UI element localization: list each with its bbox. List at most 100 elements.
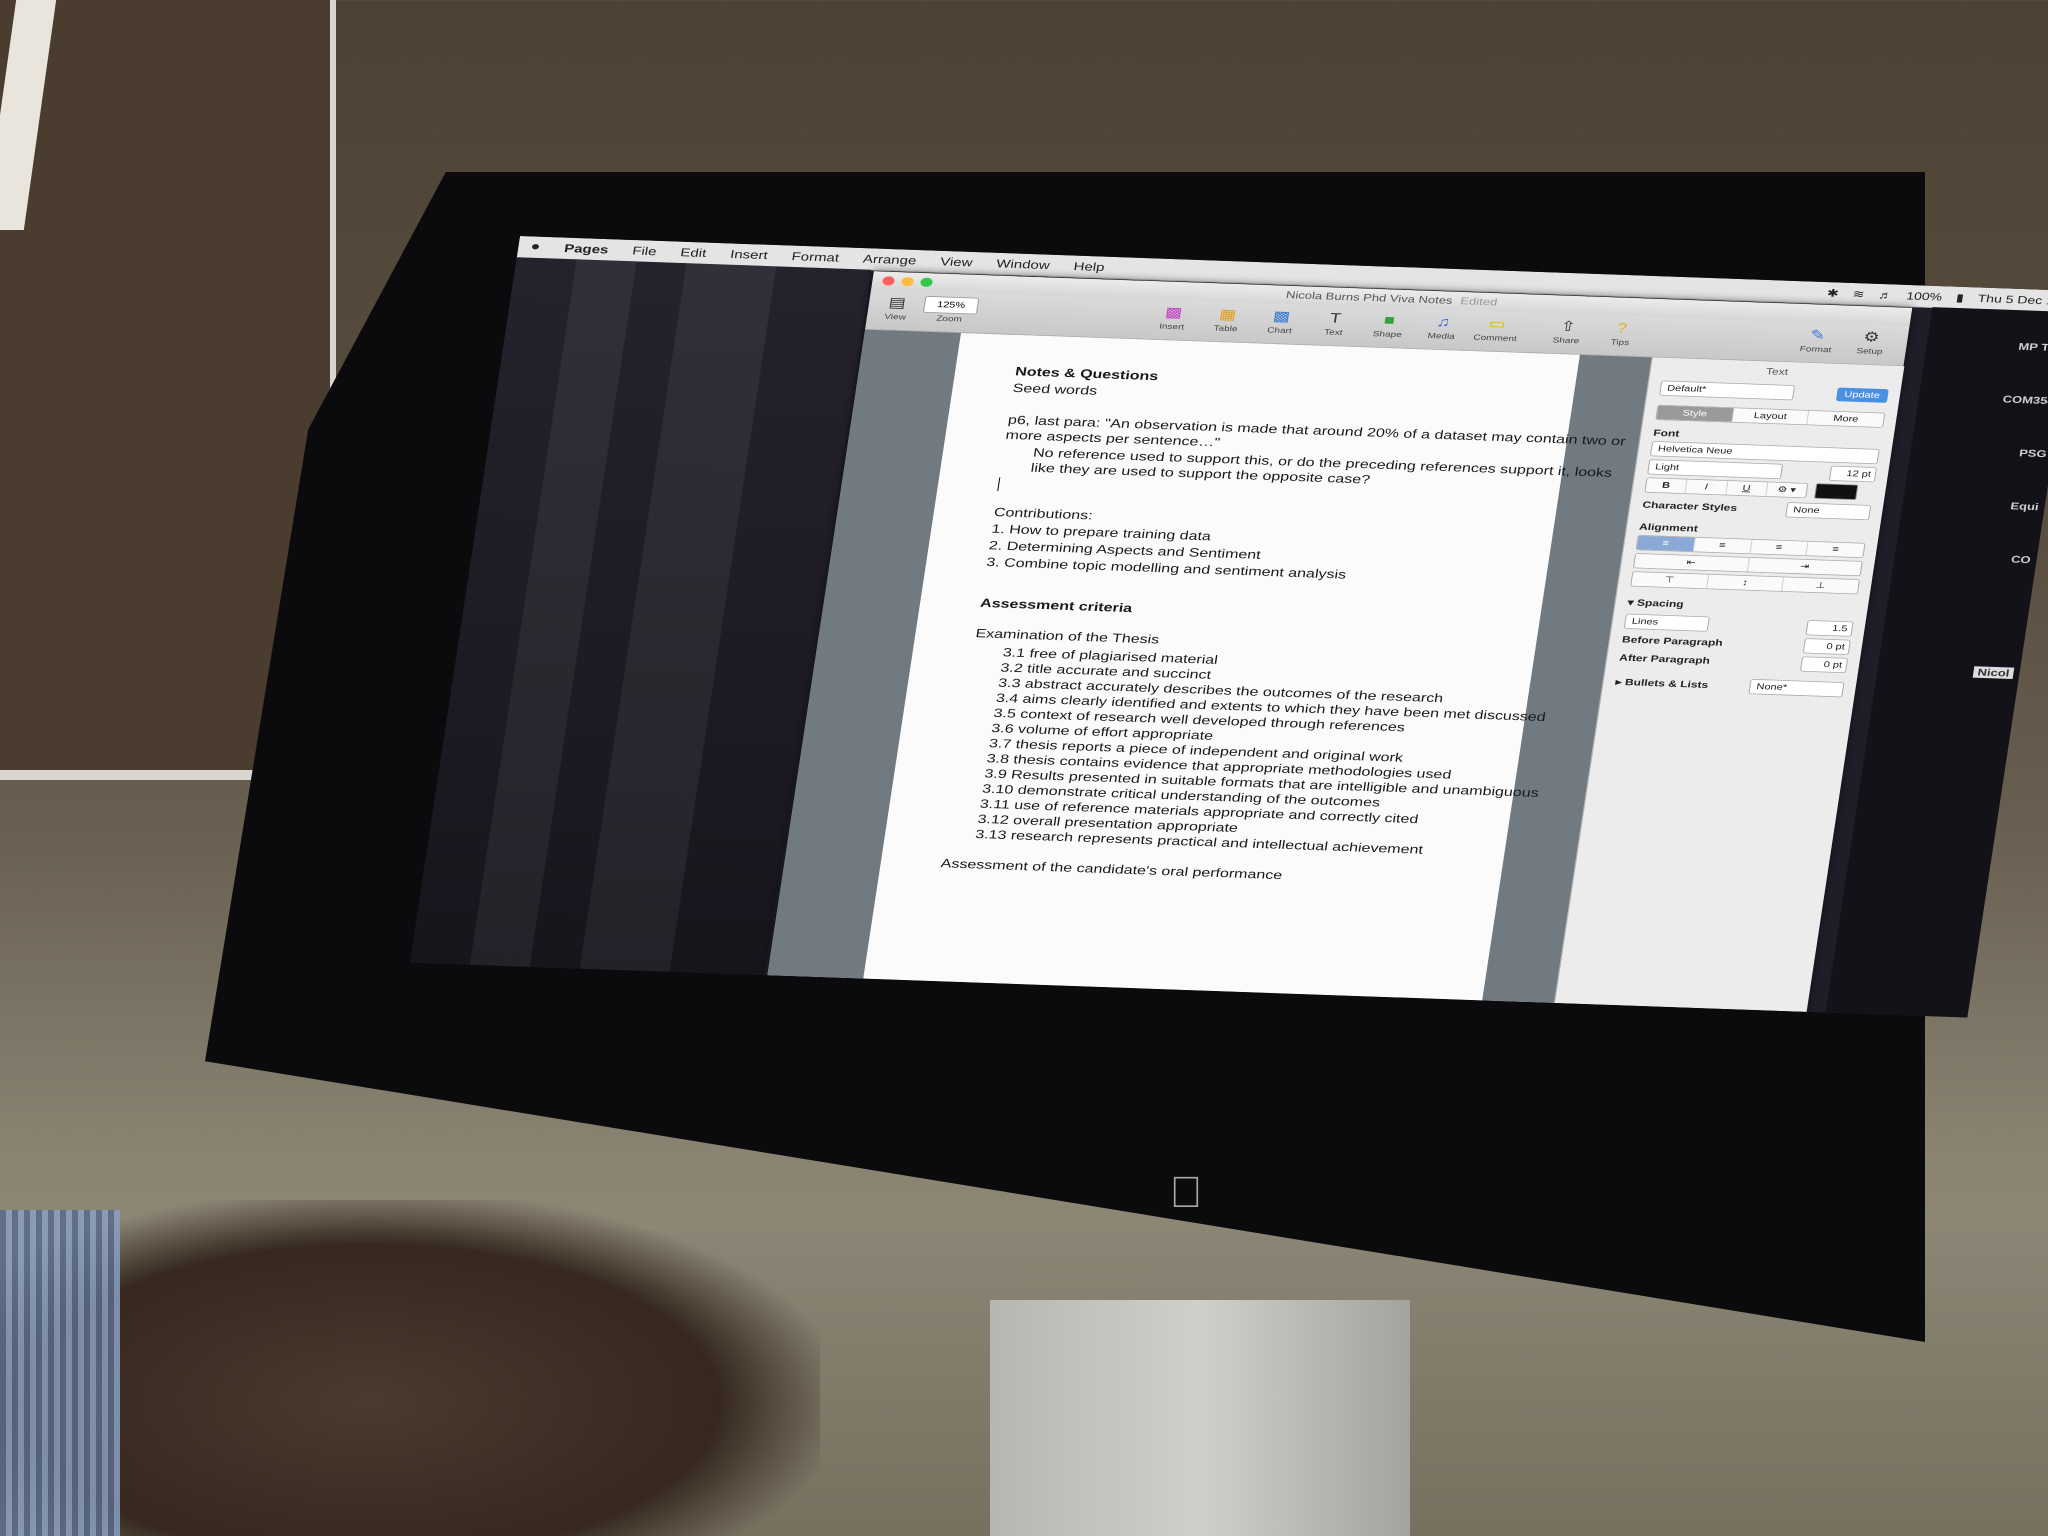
toolbar-inspector: ✎ Format ⚙ Setup <box>1795 325 1893 356</box>
tips-button[interactable]: ? Tips <box>1599 318 1643 347</box>
menu-window[interactable]: Window <box>984 257 1063 273</box>
menu-help[interactable]: Help <box>1061 259 1118 274</box>
menu-insert[interactable]: Insert <box>717 247 780 262</box>
contributions-heading: Contributions: <box>993 506 1094 523</box>
screen: ● Pages File Edit Insert Format Arrange … <box>409 236 2048 1018</box>
assessment-heading: Assessment criteria <box>979 596 1134 616</box>
before-paragraph-field[interactable]: 0 pt <box>1802 638 1851 655</box>
spacing-label: Spacing <box>1636 597 1685 610</box>
insert-button[interactable]: ▩ Insert <box>1151 303 1195 332</box>
clock[interactable]: Thu 5 Dec 14 <box>1977 292 2048 307</box>
battery-icon: ▮ <box>1955 290 1965 304</box>
spacing-mode-popup[interactable]: Lines <box>1623 613 1710 632</box>
desktop-item-label[interactable]: Equi <box>2010 500 2040 512</box>
battery-percent[interactable]: 100% <box>1906 289 1944 302</box>
wifi-icon[interactable]: ≋ <box>1852 287 1866 300</box>
table-icon: ▦ <box>1218 305 1238 322</box>
media-icon: ♫ <box>1435 313 1452 330</box>
bullets-label: Bullets & Lists <box>1624 676 1710 691</box>
chart-button[interactable]: ▩ Chart <box>1259 306 1303 336</box>
apple-menu-icon[interactable]: ● <box>517 240 553 255</box>
status-area: ✱ ≋ ♬ 100% ▮ Thu 5 Dec 14 <box>1826 286 2048 308</box>
list-item: 3. Combine topic modelling and sentiment… <box>985 556 1347 582</box>
shape-icon: ■ <box>1382 311 1397 328</box>
after-paragraph-field[interactable]: 0 pt <box>1799 656 1849 674</box>
monitor-stand <box>990 1300 1410 1536</box>
text-style-buttons: B I U ⚙ ▾ <box>1644 477 1809 499</box>
align-center-icon[interactable]: ≡ <box>1693 537 1753 554</box>
tab-style[interactable]: Style <box>1656 405 1735 422</box>
share-button[interactable]: ⇧ Share <box>1545 316 1589 346</box>
tab-more[interactable]: More <box>1807 410 1885 428</box>
text-button[interactable]: T Text <box>1313 308 1357 337</box>
table-button[interactable]: ▦ Table <box>1205 304 1249 334</box>
before-paragraph-label: Before Paragraph <box>1621 634 1724 649</box>
align-justify-icon[interactable]: ≡ <box>1806 541 1865 558</box>
volume-icon[interactable]: ♬ <box>1878 288 1894 301</box>
paragraph-style-popup[interactable]: Default* <box>1659 380 1796 401</box>
comment-button[interactable]: ▭ Comment <box>1473 314 1518 343</box>
document-state: Edited <box>1459 295 1499 308</box>
update-button[interactable]: Update <box>1835 387 1889 403</box>
menu-view[interactable]: View <box>927 255 985 270</box>
gear-icon: ⚙ <box>1862 328 1881 345</box>
zoom-value[interactable]: 125% <box>922 295 980 315</box>
desktop-item-label[interactable]: Nicol <box>1972 666 2015 679</box>
spacing-section[interactable]: ▾ Spacing <box>1627 597 1856 616</box>
font-weight-popup[interactable]: Light <box>1647 459 1784 480</box>
desktop-item-label[interactable]: PSG <box>2018 447 2047 459</box>
desktop-item-label[interactable]: MP Tea <box>2018 341 2048 354</box>
align-bottom-icon[interactable]: ⊥ <box>1782 577 1859 594</box>
shirt-sleeve <box>0 1210 120 1536</box>
close-icon[interactable] <box>881 276 896 286</box>
align-top-icon[interactable]: ⊤ <box>1631 572 1709 589</box>
sidebar-icon: ▤ <box>887 294 908 311</box>
bold-button[interactable]: B <box>1645 478 1688 494</box>
heading-notes: Notes & Questions <box>1014 365 1160 384</box>
media-button[interactable]: ♫ Media <box>1421 312 1465 342</box>
menu-edit[interactable]: Edit <box>668 245 720 260</box>
italic-button[interactable]: I <box>1685 479 1728 495</box>
menu-file[interactable]: File <box>619 244 669 259</box>
chart-icon: ▩ <box>1272 307 1292 324</box>
desktop-item-label[interactable]: COM354 <box>2002 393 2048 406</box>
bullets-popup[interactable]: None* <box>1748 678 1845 698</box>
fullscreen-icon[interactable] <box>919 277 934 288</box>
format-brush-icon: ✎ <box>1809 326 1827 343</box>
text-icon: T <box>1328 309 1343 326</box>
setup-button[interactable]: ⚙ Setup <box>1849 327 1893 357</box>
character-styles-label: Character Styles <box>1641 499 1738 514</box>
increase-indent-icon[interactable]: ⇥ <box>1747 557 1862 576</box>
bluetooth-icon[interactable]: ✱ <box>1826 286 1840 299</box>
document-page[interactable]: Notes & Questions Seed words p6, last pa… <box>863 332 1626 1001</box>
shape-button[interactable]: ■ Shape <box>1367 310 1411 340</box>
minimize-icon[interactable] <box>900 276 915 287</box>
menu-app-name[interactable]: Pages <box>551 241 621 256</box>
view-button[interactable]: ▤ View <box>874 293 918 322</box>
decrease-indent-icon[interactable]: ⇤ <box>1634 553 1750 572</box>
menu-arrange[interactable]: Arrange <box>850 252 929 268</box>
align-left-icon[interactable]: ≡ <box>1636 535 1696 552</box>
inspector-tabs: Style Layout More <box>1655 404 1886 428</box>
tab-layout[interactable]: Layout <box>1732 408 1810 425</box>
underline-button[interactable]: U <box>1725 481 1769 497</box>
toolbar-left: ▤ View 125% Zoom <box>874 293 980 324</box>
align-middle-icon[interactable]: ↕ <box>1706 574 1785 591</box>
text-color-well[interactable] <box>1814 483 1859 500</box>
character-styles-row: Character Styles None <box>1641 497 1872 521</box>
desktop-item-label[interactable]: CO <box>2010 553 2031 565</box>
format-button[interactable]: ✎ Format <box>1795 325 1839 355</box>
menu-format[interactable]: Format <box>779 249 852 265</box>
insert-icon: ▩ <box>1164 304 1184 320</box>
font-size-field[interactable]: 12 pt <box>1828 465 1878 483</box>
zoom-button[interactable]: 125% Zoom <box>922 295 980 324</box>
text-options-button[interactable]: ⚙ ▾ <box>1766 482 1808 498</box>
spacing-value-field[interactable]: 1.5 <box>1805 620 1854 637</box>
hand <box>0 1200 820 1536</box>
document-title: Nicola Burns Phd Viva Notes <box>1285 288 1454 307</box>
tips-icon: ? <box>1615 320 1629 336</box>
document-canvas[interactable]: Notes & Questions Seed words p6, last pa… <box>767 329 1652 1003</box>
align-right-icon[interactable]: ≡ <box>1750 539 1809 556</box>
oral-heading: Assessment of the candidate's oral perfo… <box>939 857 1284 883</box>
character-styles-popup[interactable]: None <box>1785 502 1872 521</box>
